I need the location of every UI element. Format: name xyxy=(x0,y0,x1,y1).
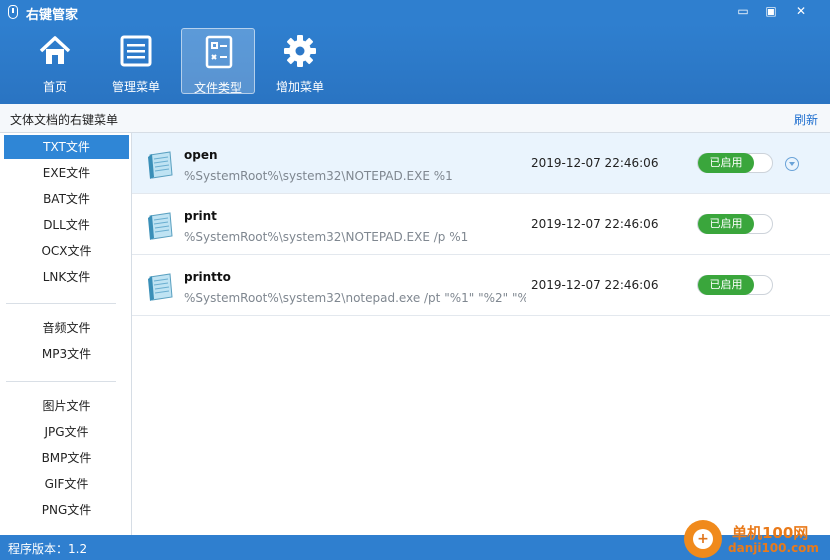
menu-command-path: %SystemRoot%\system32\NOTEPAD.EXE %1 xyxy=(184,169,453,183)
watermark-logo-icon: + xyxy=(684,520,722,558)
context-menu-list: open %SystemRoot%\system32\NOTEPAD.EXE %… xyxy=(132,133,830,535)
sidebar-item-audio[interactable]: 音频文件 xyxy=(4,316,129,340)
plus-icon: + xyxy=(693,529,713,549)
menu-command-path: %SystemRoot%\system32\NOTEPAD.EXE /p %1 xyxy=(184,230,469,244)
restore-button[interactable]: ▣ xyxy=(762,4,780,19)
chevron-down-icon[interactable] xyxy=(785,157,799,171)
list-item[interactable]: open %SystemRoot%\system32\NOTEPAD.EXE %… xyxy=(132,133,830,194)
window-title: 右键管家 xyxy=(26,8,79,23)
sidebar-item-bat[interactable]: BAT文件 xyxy=(4,187,129,211)
toolbar-home-button[interactable]: 首页 xyxy=(18,28,92,94)
title-bar: 右键管家 ▭ ▣ ✕ xyxy=(0,0,830,24)
toolbar-home-label: 首页 xyxy=(42,80,67,94)
toolbar-file-type-label: 文件类型 xyxy=(193,81,242,95)
enabled-badge: 已启用 xyxy=(698,153,754,173)
sidebar-item-ocx[interactable]: OCX文件 xyxy=(4,239,129,263)
refresh-link[interactable]: 刷新 xyxy=(794,111,818,128)
file-type-sidebar: TXT文件 EXE文件 BAT文件 DLL文件 OCX文件 LNK文件 音频文件… xyxy=(0,133,132,535)
toolbar-add-menu-button[interactable]: 增加菜单 xyxy=(263,28,337,94)
enabled-badge: 已启用 xyxy=(698,275,754,295)
home-icon xyxy=(39,36,71,64)
sidebar-item-dll[interactable]: DLL文件 xyxy=(4,213,129,237)
notepad-icon xyxy=(148,273,173,301)
enable-toggle[interactable]: 已启用 xyxy=(697,153,773,173)
close-button[interactable]: ✕ xyxy=(792,4,810,19)
menu-timestamp: 2019-12-07 22:46:06 xyxy=(531,278,659,292)
menu-command-name: open xyxy=(184,148,218,162)
menu-timestamp: 2019-12-07 22:46:06 xyxy=(531,217,659,231)
sidebar-item-jpg[interactable]: JPG文件 xyxy=(4,420,129,444)
sidebar-item-image[interactable]: 图片文件 xyxy=(4,394,129,418)
sidebar-item-lnk[interactable]: LNK文件 xyxy=(4,265,129,289)
toolbar-manage-menu-button[interactable]: 管理菜单 xyxy=(99,28,173,94)
menu-command-name: printto xyxy=(184,270,231,284)
menu-command-path: %SystemRoot%\system32\notepad.exe /pt "%… xyxy=(184,291,526,305)
watermark-text: 单机100网 xyxy=(732,524,809,542)
list-item[interactable]: printto %SystemRoot%\system32\notepad.ex… xyxy=(132,255,830,316)
toolbar-file-type-button[interactable]: 文件类型 xyxy=(181,28,255,95)
sidebar-item-mp3[interactable]: MP3文件 xyxy=(4,342,129,366)
section-title: 文体文档的右键菜单 xyxy=(10,113,119,127)
main-toolbar: 首页 管理菜单 文件类型 增加菜单 xyxy=(0,24,830,104)
mouse-icon xyxy=(8,5,18,19)
toolbar-manage-menu-label: 管理菜单 xyxy=(111,80,160,94)
sidebar-item-png[interactable]: PNG文件 xyxy=(4,498,129,522)
menu-timestamp: 2019-12-07 22:46:06 xyxy=(531,156,659,170)
site-watermark: + 单机100网 danji100.com xyxy=(684,518,830,560)
toolbar-add-menu-label: 增加菜单 xyxy=(275,80,324,94)
notepad-icon xyxy=(148,151,173,179)
sidebar-divider xyxy=(6,303,116,304)
enable-toggle[interactable]: 已启用 xyxy=(697,214,773,234)
file-type-icon xyxy=(205,35,233,69)
menu-command-name: print xyxy=(184,209,217,223)
gear-icon xyxy=(284,35,316,67)
version-label: 程序版本：1.2 xyxy=(8,542,88,556)
sidebar-item-txt[interactable]: TXT文件 xyxy=(4,135,129,159)
list-item[interactable]: print %SystemRoot%\system32\NOTEPAD.EXE … xyxy=(132,194,830,255)
section-header: 文体文档的右键菜单 刷新 xyxy=(0,104,830,133)
sidebar-divider xyxy=(6,381,116,382)
sidebar-item-bmp[interactable]: BMP文件 xyxy=(4,446,129,470)
sidebar-item-exe[interactable]: EXE文件 xyxy=(4,161,129,185)
notepad-icon xyxy=(148,212,173,240)
sidebar-item-gif[interactable]: GIF文件 xyxy=(4,472,129,496)
enable-toggle[interactable]: 已启用 xyxy=(697,275,773,295)
watermark-url: danji100.com xyxy=(728,541,819,555)
menu-list-icon xyxy=(120,35,152,67)
enabled-badge: 已启用 xyxy=(698,214,754,234)
minimize-button[interactable]: ▭ xyxy=(734,4,752,19)
